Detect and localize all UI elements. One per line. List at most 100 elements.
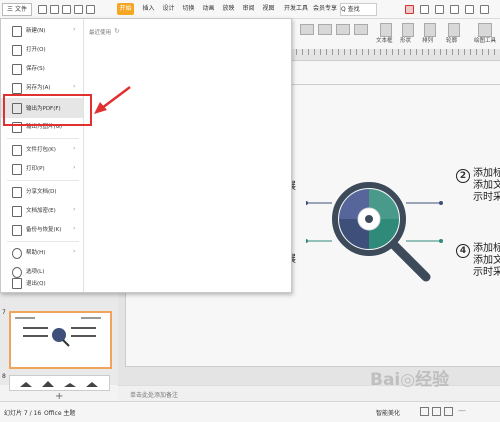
open-icon[interactable] xyxy=(38,5,47,14)
slide-thumbnail-8[interactable] xyxy=(9,375,110,391)
shape-icon[interactable] xyxy=(402,23,414,37)
save-icon xyxy=(12,64,22,75)
tab-member[interactable]: 会员专享 xyxy=(312,3,338,15)
menu-divider xyxy=(7,241,79,242)
italic-icon[interactable] xyxy=(336,24,350,35)
menu-item-label: 新建(N) xyxy=(26,28,46,34)
menu-item-print[interactable]: 打印(P) › xyxy=(1,160,83,178)
item4-line-1: 添加标 xyxy=(473,243,500,254)
chevron-right-icon: › xyxy=(73,206,76,213)
drawing-tools-button[interactable]: 绘图工具 xyxy=(474,36,496,44)
tab-transition[interactable]: 切换 xyxy=(180,3,197,15)
redo-icon[interactable] xyxy=(86,5,95,14)
print-icon[interactable] xyxy=(62,5,71,14)
annotation-highlight-box xyxy=(3,94,92,126)
menu-item-label: 分享文档(D) xyxy=(26,189,57,195)
zoom-slider[interactable]: — xyxy=(458,406,466,415)
new-file-icon xyxy=(12,26,22,37)
file-menu-list: 新建(N) › 打开(O) 保存(S) 另存为(A) › 输出为PDF(F) 输… xyxy=(1,19,84,292)
comment-icon[interactable] xyxy=(435,5,444,14)
tab-review[interactable]: 审阅 xyxy=(240,3,257,15)
menu-item-new[interactable]: 新建(N) › xyxy=(1,22,83,40)
view-reading-icon[interactable] xyxy=(444,407,453,416)
menu-item-package[interactable]: 文件打包(K) › xyxy=(1,141,83,159)
printer-icon xyxy=(12,164,22,175)
shape-button[interactable]: 形状 xyxy=(400,36,411,44)
share-icon xyxy=(12,187,22,198)
menu-item-label: 帮助(H) xyxy=(26,250,46,256)
view-sorter-icon[interactable] xyxy=(432,407,441,416)
thumb-number: 7 xyxy=(2,309,6,316)
menu-divider xyxy=(7,180,79,181)
menu-item-label: 文档加密(E) xyxy=(26,208,56,214)
tab-animation[interactable]: 动画 xyxy=(200,3,217,15)
outline-button[interactable]: 轮廓 xyxy=(446,36,457,44)
save-as-icon xyxy=(12,83,22,94)
menu-item-exit[interactable]: 退出(Q) xyxy=(1,276,83,290)
share-icon[interactable] xyxy=(420,5,429,14)
more-icon[interactable] xyxy=(450,5,459,14)
item-number-4: 4 xyxy=(456,244,470,258)
font-size-icon[interactable] xyxy=(300,24,314,35)
save-icon[interactable] xyxy=(50,5,59,14)
notes-placeholder[interactable]: 单击此处添加备注 xyxy=(130,390,178,399)
textbox-icon[interactable] xyxy=(380,23,392,37)
menu-item-encrypt[interactable]: 文档加密(E) › xyxy=(1,202,83,220)
help-icon xyxy=(12,248,22,259)
arrange-icon[interactable] xyxy=(424,23,436,37)
menu-item-label: 另存为(A) xyxy=(26,85,51,91)
drawing-tools-icon[interactable] xyxy=(478,23,492,37)
menu-item-label: 退出(Q) xyxy=(26,281,46,287)
chevron-right-icon: › xyxy=(73,164,76,171)
slide-divider xyxy=(289,84,500,85)
exit-icon xyxy=(12,278,22,289)
menu-divider xyxy=(7,138,79,139)
sync-icon[interactable] xyxy=(405,5,414,14)
menu-item-share[interactable]: 分享文档(D) xyxy=(1,183,83,201)
slide-count: 幻灯片 7 / 16 xyxy=(4,410,42,417)
backup-icon xyxy=(12,225,22,236)
item2-line-1: 添加标 xyxy=(473,168,500,179)
menu-item-open[interactable]: 打开(O) xyxy=(1,41,83,59)
menu-item-label: 打开(O) xyxy=(26,47,46,53)
menu-item-help[interactable]: 帮助(H) › xyxy=(1,244,83,262)
thumb-number: 8 xyxy=(2,373,6,380)
tab-home[interactable]: 开始 xyxy=(117,3,134,15)
item-number-2: 2 xyxy=(456,169,470,183)
outline-icon[interactable] xyxy=(448,23,460,37)
tab-developer[interactable]: 开发工具 xyxy=(283,3,309,15)
slide-thumbnail-7[interactable] xyxy=(9,311,112,369)
menu-item-save[interactable]: 保存(S) xyxy=(1,60,83,78)
search-input[interactable]: Q 查找 xyxy=(340,3,377,16)
help-icon[interactable] xyxy=(465,5,474,14)
ribbon-tab-bar: 三 文件 开始 插入 设计 切换 动画 放映 审阅 视图 开发工具 会员专享 Q… xyxy=(0,0,500,19)
menu-item-label: 选项(L) xyxy=(26,269,45,275)
magnifier-puzzle-graphic xyxy=(306,182,443,282)
tab-design[interactable]: 设计 xyxy=(160,3,177,15)
refresh-icon[interactable]: ↻ xyxy=(114,27,120,35)
textbox-button[interactable]: 文本框 xyxy=(376,36,393,44)
chevron-right-icon: › xyxy=(73,83,76,90)
item4-line-2: 添加文 xyxy=(473,255,500,266)
chevron-right-icon: › xyxy=(73,248,76,255)
collapse-ribbon-icon[interactable] xyxy=(480,5,489,14)
menu-item-backup[interactable]: 备份与恢复(K) › xyxy=(1,221,83,239)
tab-insert[interactable]: 插入 xyxy=(140,3,157,15)
smart-beautify-button[interactable]: 智能美化 xyxy=(376,408,400,417)
theme-name: Office 主题 xyxy=(44,410,76,417)
undo-icon[interactable] xyxy=(74,5,83,14)
chevron-right-icon: › xyxy=(73,145,76,152)
package-icon xyxy=(12,145,22,156)
arrange-button[interactable]: 排列 xyxy=(422,36,433,44)
menu-item-label: 保存(S) xyxy=(26,66,45,72)
chevron-right-icon: › xyxy=(73,225,76,232)
tab-slideshow[interactable]: 放映 xyxy=(220,3,237,15)
add-slide-button[interactable]: + xyxy=(55,391,63,402)
bold-icon[interactable] xyxy=(318,24,332,35)
file-menu-button[interactable]: 三 文件 xyxy=(2,3,32,16)
view-normal-icon[interactable] xyxy=(420,407,429,416)
align-icon[interactable] xyxy=(354,24,368,35)
tab-view[interactable]: 视图 xyxy=(260,3,277,15)
recent-files-title: 最近使用 xyxy=(89,30,112,36)
menu-item-label: 备份与恢复(K) xyxy=(26,227,62,233)
